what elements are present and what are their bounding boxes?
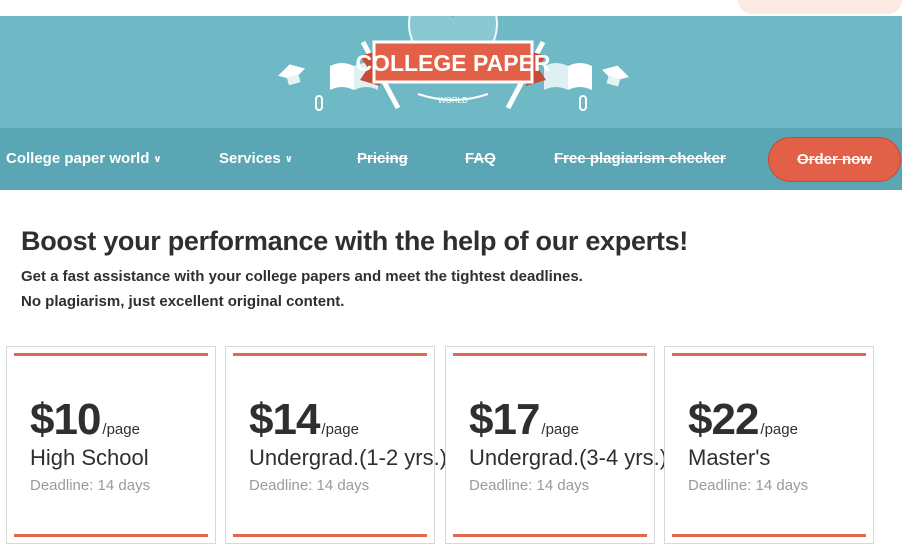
nav-item-label: Services (219, 150, 281, 167)
top-pill-button[interactable] (738, 0, 902, 14)
price-amount: $17 (469, 395, 540, 444)
card-accent-bar (672, 353, 866, 356)
card-level: Master's (688, 445, 771, 470)
book-icon (544, 63, 592, 90)
price-card-masters[interactable]: $22/page Master's Deadline: 14 days (664, 346, 874, 544)
card-accent-bar (672, 534, 866, 537)
top-strip (0, 0, 902, 16)
price-card-undergrad-3-4[interactable]: $17/page Undergrad.(3-4 yrs.) Deadline: … (445, 346, 667, 544)
price-amount: $22 (688, 395, 759, 444)
card-accent-bar (233, 353, 427, 356)
price-amount: $10 (30, 395, 101, 444)
nav-item-services[interactable]: Services ∨ (219, 128, 293, 190)
card-price: $17/page (469, 395, 579, 445)
chevron-down-icon: ∨ (153, 154, 162, 165)
card-accent-bar (14, 534, 208, 537)
price-unit: /page (541, 421, 579, 438)
card-price: $22/page (688, 395, 798, 445)
graduation-cap-icon (278, 64, 306, 86)
nav-item-label: FAQ (465, 150, 496, 167)
price-card-undergrad-1-2[interactable]: $14/page Undergrad.(1-2 yrs.) Deadline: … (225, 346, 447, 544)
nav-item-faq[interactable]: FAQ (465, 128, 496, 190)
card-accent-bar (14, 353, 208, 356)
card-level: High School (30, 445, 149, 470)
header-banner: COLLEGE PAPER WORLD (0, 16, 902, 128)
price-amount: $14 (249, 395, 320, 444)
card-deadline: Deadline: 14 days (469, 477, 590, 494)
nav-item-college-paper-world[interactable]: College paper world ∨ (6, 128, 161, 190)
card-price: $14/page (249, 395, 359, 445)
chevron-down-icon: ∨ (284, 154, 293, 165)
hero-subtitle-2: No plagiarism, just excellent original c… (21, 293, 345, 310)
nav-item-pricing[interactable]: Pricing (357, 128, 408, 190)
card-accent-bar (453, 534, 647, 537)
page-headline: Boost your performance with the help of … (21, 226, 688, 256)
price-unit: /page (760, 421, 798, 438)
price-unit: /page (321, 421, 359, 438)
main-nav: College paper world ∨ Services ∨ Pricing F… (0, 128, 902, 190)
logo-tagline: WORLD (438, 96, 468, 105)
order-now-button[interactable]: Order now (768, 137, 901, 182)
nav-item-label: Free plagiarism checker (554, 150, 726, 167)
logo-name: COLLEGE PAPER (355, 50, 550, 76)
card-deadline: Deadline: 14 days (249, 477, 370, 494)
card-level: Undergrad.(1-2 yrs.) (249, 445, 448, 470)
nav-item-label: College paper world (6, 150, 150, 167)
card-price: $10/page (30, 395, 140, 445)
site-logo[interactable]: COLLEGE PAPER WORLD (268, 16, 638, 128)
card-deadline: Deadline: 14 days (688, 477, 809, 494)
hero-subtitle-1: Get a fast assistance with your college … (21, 268, 583, 285)
price-unit: /page (102, 421, 140, 438)
card-accent-bar (453, 353, 647, 356)
card-level: Undergrad.(3-4 yrs.) (469, 445, 668, 470)
graduation-cap-icon (601, 65, 629, 87)
price-card-high-school[interactable]: $10/page High School Deadline: 14 days (6, 346, 216, 544)
card-accent-bar (233, 534, 427, 537)
nav-item-plagiarism-checker[interactable]: Free plagiarism checker (554, 128, 726, 190)
nav-item-label: Pricing (357, 150, 408, 167)
card-deadline: Deadline: 14 days (30, 477, 151, 494)
